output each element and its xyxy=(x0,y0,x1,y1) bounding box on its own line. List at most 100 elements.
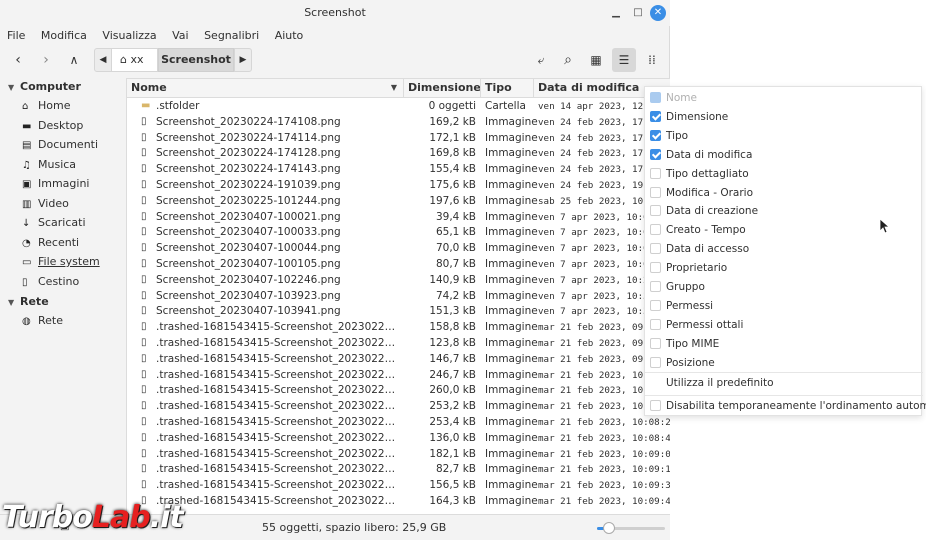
sidebar-item-recenti[interactable]: ◔ Recenti xyxy=(0,233,126,253)
breadcrumb-current[interactable]: Screenshot xyxy=(158,48,234,72)
disable-sort-option[interactable]: Disabilita temporaneamente l'ordinamento… xyxy=(645,397,926,415)
sidebar-item-rete[interactable]: ◍ Rete xyxy=(0,311,126,331)
menu-edit[interactable]: Modifica xyxy=(34,26,92,42)
column-size[interactable]: Dimensione xyxy=(404,79,481,98)
checkbox-checked-icon[interactable] xyxy=(650,129,661,141)
table-row[interactable]: ▯ Screenshot_20230407-100044.png 70,0 kB Im… xyxy=(127,241,670,257)
table-row[interactable]: ▯ .trashed-1681543415-Screenshot_20230221… xyxy=(127,431,670,447)
zoom-slider[interactable] xyxy=(597,522,665,534)
table-row[interactable]: ▯ Screenshot_20230407-102246.png 140,9 kB I… xyxy=(127,273,670,289)
table-row[interactable]: ▯ .trashed-1681543415-Screenshot_20230221… xyxy=(127,415,670,431)
table-row[interactable]: ▯ .trashed-1681543415-Screenshot_20230221… xyxy=(127,462,670,478)
checkbox-unchecked-icon[interactable] xyxy=(650,186,661,198)
table-row[interactable]: ▯ Screenshot_20230407-103941.png 151,3 kB I… xyxy=(127,304,670,320)
column-option-data-di-modifica[interactable]: Data di modifica xyxy=(645,146,923,164)
sidebar-item-file-system[interactable]: ▭ File system xyxy=(0,252,126,272)
column-option-permessi[interactable]: Permessi xyxy=(645,297,923,315)
sidebar-item-musica[interactable]: ♫ Musica xyxy=(0,155,126,175)
column-name[interactable]: Nome ▼ xyxy=(127,79,404,98)
checkbox-unchecked-icon[interactable] xyxy=(650,337,661,349)
menu-bookmarks[interactable]: Segnalibri xyxy=(197,26,264,42)
search-icon[interactable]: ⌕ xyxy=(556,48,580,72)
column-option-dimensione[interactable]: Dimensione xyxy=(645,108,923,126)
checkbox-unchecked-icon[interactable] xyxy=(650,299,661,311)
column-option-proprietario[interactable]: Proprietario xyxy=(645,259,923,277)
checkbox-unchecked-icon[interactable] xyxy=(650,167,661,179)
table-row[interactable]: ▯ Screenshot_20230224-174108.png 169,2 kB I… xyxy=(127,115,670,131)
path-scroll-right-icon[interactable]: ▶ xyxy=(234,48,252,72)
table-row[interactable]: ▯ .trashed-1681543415-Screenshot_20230221… xyxy=(127,352,670,368)
table-row[interactable]: ▯ Screenshot_20230407-100033.png 65,1 kB Im… xyxy=(127,225,670,241)
sidebar-item-cestino[interactable]: ▯ Cestino xyxy=(0,272,126,292)
checkbox-unchecked-icon[interactable] xyxy=(650,262,661,274)
column-option-tipo-dettagliato[interactable]: Tipo dettagliato xyxy=(645,165,923,183)
up-icon[interactable]: ∧ xyxy=(62,48,86,72)
table-row[interactable]: ▯ .trashed-1681543415-Screenshot_20230221… xyxy=(127,478,670,494)
sidebar-item-documenti[interactable]: ▤ Documenti xyxy=(0,135,126,155)
column-option-posizione[interactable]: Posizione xyxy=(645,354,923,372)
file-name: Screenshot_20230407-103941.png xyxy=(156,305,341,318)
file-size: 253,2 kB xyxy=(429,400,476,413)
table-row[interactable]: ▯ Screenshot_20230224-174128.png 169,8 kB I… xyxy=(127,146,670,162)
menu-go[interactable]: Vai xyxy=(165,26,193,42)
table-row[interactable]: ▯ Screenshot_20230407-100021.png 39,4 kB Im… xyxy=(127,210,670,226)
table-row[interactable]: ▯ .trashed-1681543415-Screenshot_20230221… xyxy=(127,383,670,399)
column-option-gruppo[interactable]: Gruppo xyxy=(645,278,923,296)
column-option-data-di-accesso[interactable]: Data di accesso xyxy=(645,240,923,258)
column-option-tipo-mime[interactable]: Tipo MIME xyxy=(645,335,923,353)
path-scroll-left-icon[interactable]: ◀ xyxy=(94,48,112,72)
file-type: Immagine xyxy=(485,384,538,397)
checkbox-checked-icon[interactable] xyxy=(650,110,661,122)
menu-help[interactable]: Aiuto xyxy=(268,26,309,42)
table-row[interactable]: ▯ Screenshot_20230224-174143.png 155,4 kB I… xyxy=(127,162,670,178)
sidebar-item-scaricati[interactable]: ↓ Scaricati xyxy=(0,213,126,233)
table-row[interactable]: ▯ .trashed-1681543415-Screenshot_20230221… xyxy=(127,336,670,352)
table-row[interactable]: ▬ .stfolder 0 oggetti Cartella ven 14 apr 20… xyxy=(127,99,670,115)
table-row[interactable]: ▯ Screenshot_20230225-101244.png 197,6 kB I… xyxy=(127,194,670,210)
forward-icon[interactable]: › xyxy=(34,48,58,72)
sidebar-header-computer[interactable]: ▼ Computer xyxy=(0,78,126,96)
column-option-modifica-orario[interactable]: Modifica - Orario xyxy=(645,184,923,202)
checkbox-checked-icon[interactable] xyxy=(650,148,661,160)
icon-view-icon[interactable]: ▦ xyxy=(584,48,608,72)
checkbox-unchecked-icon[interactable] xyxy=(650,356,661,368)
checkbox-unchecked-icon[interactable] xyxy=(650,318,661,330)
column-option-tipo[interactable]: Tipo xyxy=(645,127,923,145)
checkbox-unchecked-icon[interactable] xyxy=(650,400,661,411)
menu-view[interactable]: Visualizza xyxy=(95,26,161,42)
back-icon[interactable]: ‹ xyxy=(6,48,30,72)
table-row[interactable]: ▯ .trashed-1681543415-Screenshot_20230221… xyxy=(127,494,670,510)
checkbox-unchecked-icon[interactable] xyxy=(650,224,661,236)
open-terminal-icon[interactable]: ⤶ xyxy=(529,48,553,72)
sidebar-header-network[interactable]: ▼ Rete xyxy=(0,293,126,311)
table-row[interactable]: ▯ Screenshot_20230407-100105.png 80,7 kB Im… xyxy=(127,257,670,273)
table-row[interactable]: ▯ .trashed-1681543415-Screenshot_20230221… xyxy=(127,447,670,463)
breadcrumb-home[interactable]: ⌂ xx xyxy=(112,48,158,72)
table-row[interactable]: ▯ Screenshot_20230407-103923.png 74,2 kB Im… xyxy=(127,289,670,305)
table-row[interactable]: ▯ Screenshot_20230224-191039.png 175,6 kB I… xyxy=(127,178,670,194)
checkbox-unchecked-icon[interactable] xyxy=(650,281,661,292)
file-name: .trashed-1681543415-Screenshot_20230221-… xyxy=(156,431,399,444)
column-type[interactable]: Tipo xyxy=(481,79,534,98)
table-row[interactable]: ▯ .trashed-1681543415-Screenshot_20230221… xyxy=(127,320,670,336)
minimize-icon[interactable]: ▁ xyxy=(608,5,624,21)
title-bar[interactable]: Screenshot ▁ □ ✕ xyxy=(0,0,670,26)
table-row[interactable]: ▯ .trashed-1681543415-Screenshot_20230221… xyxy=(127,399,670,415)
checkbox-unchecked-icon[interactable] xyxy=(650,205,661,217)
sidebar-item-desktop[interactable]: ▬ Desktop xyxy=(0,116,126,136)
use-default-button[interactable]: Utilizza il predefinito xyxy=(645,374,923,392)
table-row[interactable]: ▯ Screenshot_20230224-174114.png 172,1 kB I… xyxy=(127,131,670,147)
menu-file[interactable]: File xyxy=(0,26,30,42)
maximize-icon[interactable]: □ xyxy=(630,5,646,21)
zoom-slider-knob[interactable] xyxy=(603,522,616,534)
close-icon[interactable]: ✕ xyxy=(650,5,666,21)
checkbox-unchecked-icon[interactable] xyxy=(650,243,661,255)
sidebar-item-immagini[interactable]: ▣ Immagini xyxy=(0,174,126,194)
compact-view-icon[interactable]: ⁞⁞ xyxy=(640,48,664,72)
table-row[interactable]: ▯ .trashed-1681543415-Screenshot_20230221… xyxy=(127,368,670,384)
sidebar-item-home[interactable]: ⌂ Home xyxy=(0,96,126,116)
file-name: Screenshot_20230407-103923.png xyxy=(156,289,341,302)
list-view-icon[interactable]: ☰ xyxy=(612,48,636,72)
sidebar-item-video[interactable]: ▥ Video xyxy=(0,194,126,214)
column-option-permessi-ottali[interactable]: Permessi ottali xyxy=(645,316,923,334)
